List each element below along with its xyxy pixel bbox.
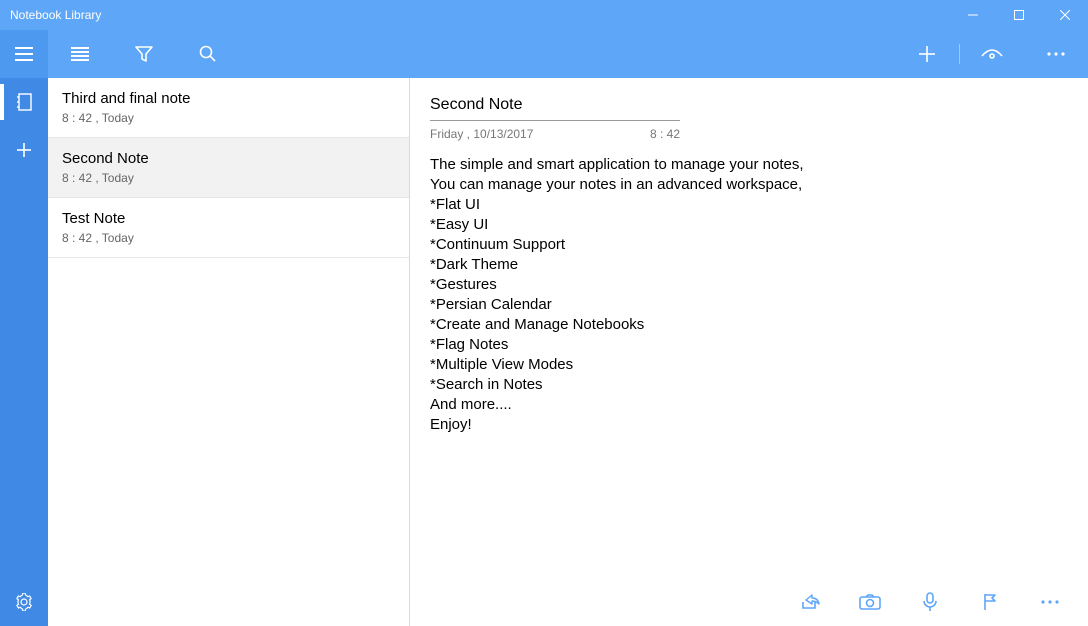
detail-date: Friday , 10/13/2017 — [430, 127, 650, 141]
list-view-button[interactable] — [48, 30, 112, 78]
note-title: Third and final note — [62, 90, 395, 107]
window-controls — [950, 0, 1088, 30]
note-list[interactable]: Third and final note 8 : 42 , Today Seco… — [48, 78, 410, 626]
camera-icon — [859, 594, 881, 610]
note-meta: 8 : 42 , Today — [62, 171, 395, 185]
detail-body[interactable]: The simple and smart application to mana… — [430, 155, 1068, 435]
note-item[interactable]: Second Note 8 : 42 , Today — [48, 138, 409, 198]
detail-more-button[interactable] — [1020, 582, 1080, 622]
list-icon — [71, 47, 89, 61]
share-button[interactable] — [780, 582, 840, 622]
hamburger-icon — [15, 47, 33, 61]
plus-icon — [918, 45, 936, 63]
plus-icon — [16, 142, 32, 158]
flag-button[interactable] — [960, 582, 1020, 622]
detail-toolbar — [410, 578, 1088, 626]
note-meta: 8 : 42 , Today — [62, 111, 395, 125]
new-note-button[interactable] — [895, 30, 959, 78]
gear-icon — [15, 593, 33, 611]
toolbar — [0, 30, 1088, 78]
note-item[interactable]: Third and final note 8 : 42 , Today — [48, 78, 409, 138]
share-icon — [800, 593, 820, 611]
detail-title[interactable]: Second Note — [430, 96, 680, 121]
minimize-button[interactable] — [950, 0, 996, 30]
note-detail: Second Note Friday , 10/13/2017 8 : 42 T… — [410, 78, 1088, 626]
microphone-icon — [923, 592, 937, 612]
flag-icon — [982, 593, 998, 611]
note-title: Second Note — [62, 150, 395, 167]
note-item[interactable]: Test Note 8 : 42 , Today — [48, 198, 409, 258]
close-button[interactable] — [1042, 0, 1088, 30]
microphone-button[interactable] — [900, 582, 960, 622]
hamburger-button[interactable] — [0, 30, 48, 78]
sidebar-notebooks-button[interactable] — [0, 78, 48, 126]
title-bar: Notebook Library — [0, 0, 1088, 30]
search-icon — [199, 45, 217, 63]
more-button[interactable] — [1024, 30, 1088, 78]
notebook-icon — [16, 93, 32, 111]
window-title: Notebook Library — [10, 8, 950, 22]
more-icon — [1047, 52, 1065, 56]
more-icon — [1041, 600, 1059, 604]
detail-time: 8 : 42 — [650, 127, 680, 141]
funnel-icon — [135, 46, 153, 62]
maximize-button[interactable] — [996, 0, 1042, 30]
settings-button[interactable] — [0, 578, 48, 626]
filter-button[interactable] — [112, 30, 176, 78]
detail-meta: Friday , 10/13/2017 8 : 42 — [430, 127, 680, 141]
note-title: Test Note — [62, 210, 395, 227]
search-button[interactable] — [176, 30, 240, 78]
camera-button[interactable] — [840, 582, 900, 622]
eye-icon — [981, 47, 1003, 61]
visibility-button[interactable] — [960, 30, 1024, 78]
sidebar — [0, 78, 48, 626]
note-meta: 8 : 42 , Today — [62, 231, 395, 245]
sidebar-add-button[interactable] — [0, 126, 48, 174]
